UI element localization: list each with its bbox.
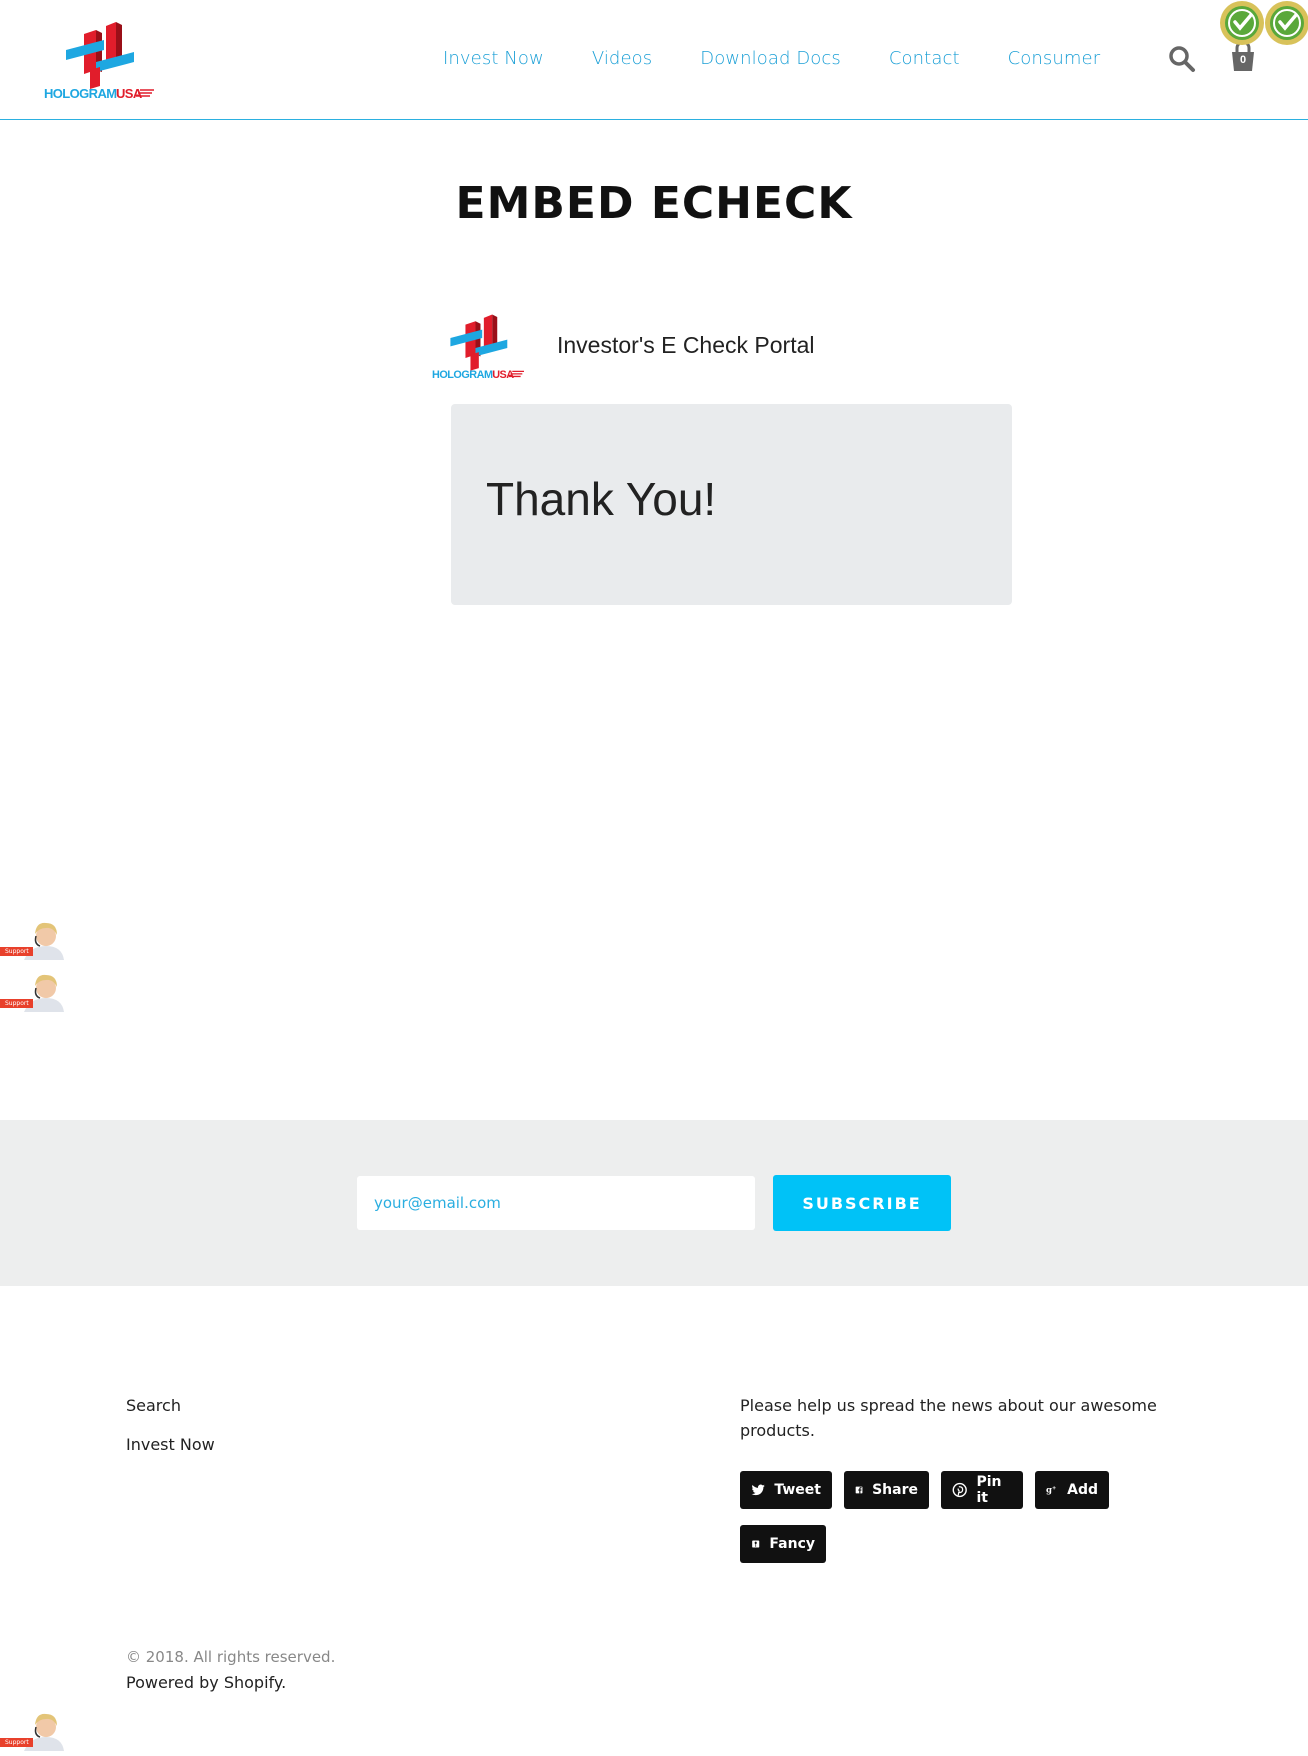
main-nav: Invest Now Videos Download Docs Contact … — [443, 48, 1148, 69]
share-facebook-button[interactable]: Share — [844, 1471, 929, 1509]
share-message: Please help us spread the news about our… — [740, 1396, 1157, 1440]
site-header: HOLOGRAM USA Invest Now Videos Download … — [0, 0, 1308, 120]
share-pinterest-button[interactable]: Pin it — [941, 1471, 1023, 1509]
thank-you-message: Thank You! — [486, 473, 717, 525]
newsletter-email-input[interactable] — [357, 1176, 755, 1230]
share-google-plus-label: Add — [1067, 1482, 1098, 1498]
support-label: Support — [0, 999, 33, 1008]
portal-title: Investor's E Check Portal — [557, 332, 815, 358]
share-facebook-label: Share — [872, 1482, 918, 1498]
powered-by-prefix: Powered by — [126, 1673, 224, 1692]
support-chat-button[interactable]: Support — [0, 1707, 64, 1751]
pinterest-icon — [952, 1482, 967, 1498]
svg-text:+: + — [1052, 1485, 1056, 1491]
hologram-usa-logo-icon: HOLOGRAM USA — [432, 314, 524, 381]
trust-badge-icon[interactable] — [1219, 0, 1265, 46]
support-label: Support — [0, 947, 33, 956]
svg-text:USA: USA — [492, 369, 514, 381]
copyright: © 2018. All rights reserved. — [126, 1648, 336, 1666]
cart-count: 0 — [1239, 54, 1247, 66]
nav-videos[interactable]: Videos — [592, 48, 652, 69]
svg-text:HOLOGRAM: HOLOGRAM — [432, 369, 493, 381]
share-pinterest-label: Pin it — [976, 1474, 1002, 1506]
share-twitter-button[interactable]: Tweet — [740, 1471, 832, 1509]
share-fancy-button[interactable]: Fancy — [740, 1525, 826, 1563]
subscribe-button[interactable]: SUBSCRIBE — [773, 1175, 951, 1231]
facebook-icon — [855, 1486, 863, 1494]
svg-text:g: g — [1046, 1486, 1052, 1496]
svg-text:HOLOGRAM: HOLOGRAM — [44, 86, 116, 101]
share-twitter-label: Tweet — [774, 1482, 821, 1498]
newsletter-section: SUBSCRIBE — [0, 1120, 1308, 1286]
fancy-icon — [752, 1540, 760, 1548]
shopify-link[interactable]: Shopify — [224, 1673, 281, 1692]
nav-invest-now[interactable]: Invest Now — [443, 48, 544, 69]
nav-consumer[interactable]: Consumer — [1008, 48, 1101, 69]
thank-you-panel: Thank You! — [451, 404, 1012, 605]
share-google-plus-button[interactable]: g + Add — [1035, 1471, 1109, 1509]
support-chat-button[interactable]: Support — [0, 916, 64, 960]
nav-download-docs[interactable]: Download Docs — [700, 48, 841, 69]
site-logo[interactable]: HOLOGRAM USA — [44, 22, 154, 102]
google-plus-icon: g + — [1046, 1485, 1056, 1496]
powered-by-suffix: . — [281, 1673, 287, 1692]
support-label: Support — [0, 1738, 33, 1747]
footer-link-invest-now[interactable]: Invest Now — [126, 1435, 215, 1454]
trust-badge-icon[interactable] — [1264, 0, 1308, 46]
support-chat-button[interactable]: Support — [0, 968, 64, 1012]
powered-by: Powered by Shopify. — [126, 1673, 286, 1692]
share-fancy-label: Fancy — [769, 1536, 815, 1552]
nav-contact[interactable]: Contact — [889, 48, 960, 69]
page-title: EMBED ECHECK — [455, 178, 853, 229]
portal-logo: HOLOGRAM USA — [432, 314, 524, 382]
hologram-usa-logo-icon: HOLOGRAM USA — [44, 22, 154, 101]
search-icon[interactable] — [1168, 45, 1196, 73]
footer-link-search[interactable]: Search — [126, 1396, 181, 1415]
twitter-icon — [751, 1484, 765, 1496]
